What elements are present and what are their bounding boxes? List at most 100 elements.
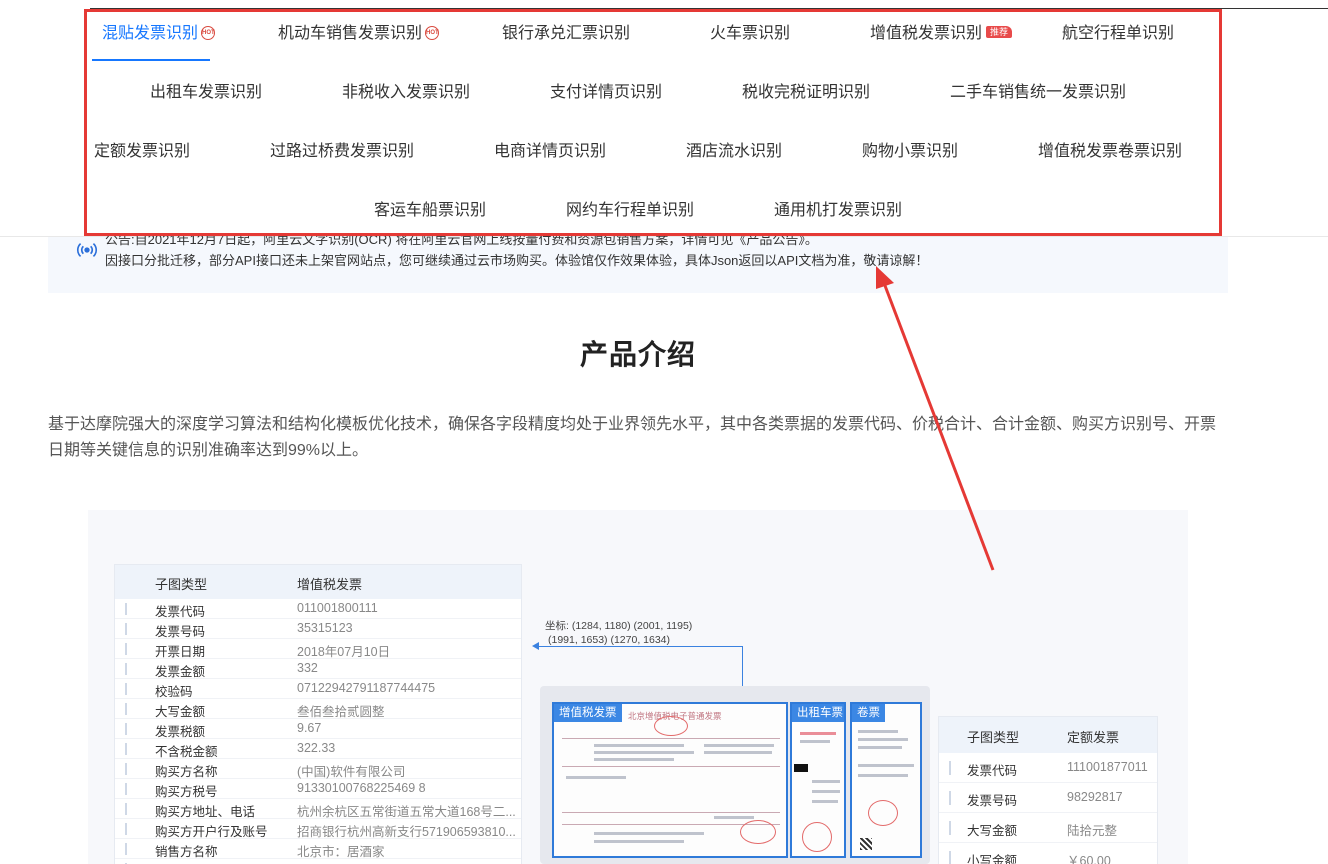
- row-marker: [125, 783, 127, 795]
- tab-used-car-invoice[interactable]: 二手车销售统一发票识别: [950, 80, 1126, 106]
- invoice-type-tabs: 混贴发票识别 HOT 机动车销售发票识别 HOT 银行承兑汇票识别 火车票识别 增值…: [84, 9, 1222, 236]
- connector-line: [536, 646, 743, 647]
- field-key: 发票代码: [155, 605, 206, 619]
- field-value: 北京市：居酒家: [297, 845, 385, 859]
- field-key: 发票金额: [155, 665, 206, 679]
- tab-non-tax-income[interactable]: 非税收入发票识别: [342, 80, 470, 106]
- tab-quota-invoice[interactable]: 定额发票识别: [94, 139, 190, 165]
- field-key: 发票号码: [967, 794, 1018, 808]
- field-value: 招商银行杭州高新支行571906593810...: [297, 825, 516, 839]
- field-value: 91330100768225469 8: [297, 781, 426, 795]
- field-key: 购买方名称: [155, 765, 218, 779]
- table-row: 销售方税号: [115, 859, 521, 864]
- field-value: 07122942791187744475: [297, 681, 436, 695]
- active-tab-underline: [92, 59, 210, 61]
- top-bar: [0, 0, 1328, 9]
- table-row: 购买方地址、电话 杭州余杭区五常街道五常大道168号二...: [115, 799, 521, 819]
- notice-migration: 因接口分批迁移，部分API接口还未上架官网站点，您可继续通过云市场购买。体验馆仅…: [105, 253, 929, 268]
- field-value: 2018年07月10日: [297, 645, 391, 659]
- table-row: 校验码 07122942791187744475: [115, 679, 521, 699]
- field-key: 校验码: [155, 685, 193, 699]
- tab-flight-itinerary[interactable]: 航空行程单识别: [1062, 21, 1174, 47]
- section-title: 产品介绍: [579, 339, 696, 370]
- field-key: 小写金额: [967, 854, 1018, 864]
- row-marker: [949, 791, 951, 805]
- field-key: 发票号码: [155, 625, 206, 639]
- field-value: 陆拾元整: [1067, 824, 1118, 838]
- table-row: 销售方名称 北京市：居酒家: [115, 839, 521, 859]
- result-table-header: 子图类型 定额发票: [939, 717, 1157, 753]
- field-key: 发票税额: [155, 725, 206, 739]
- tab-ecommerce-details[interactable]: 电商详情页识别: [494, 139, 606, 165]
- tab-tax-certificate[interactable]: 税收完税证明识别: [742, 80, 870, 106]
- tab-passenger-ticket[interactable]: 客运车船票识别: [374, 198, 486, 224]
- tab-shopping-receipt[interactable]: 购物小票识别: [862, 139, 958, 165]
- row-marker: [125, 823, 127, 835]
- table-row: 小写金额 ￥60.00: [939, 843, 1157, 864]
- tab-payment-details[interactable]: 支付详情页识别: [550, 80, 662, 106]
- result-table-header: 子图类型 增值税发票: [115, 565, 521, 599]
- row-marker: [125, 803, 127, 815]
- row-marker: [125, 603, 127, 615]
- tab-toll-invoice[interactable]: 过路过桥费发票识别: [270, 139, 414, 165]
- field-value: 9.67: [297, 721, 322, 735]
- row-marker: [125, 703, 127, 715]
- scanned-invoices: 增值税发票 北京增值税电子普通发票 出租车票 卷票: [540, 686, 930, 864]
- hot-badge-icon: HOT: [201, 26, 216, 40]
- row-marker: [949, 761, 951, 775]
- tab-vat-roll-invoice[interactable]: 增值税发票卷票识别: [1038, 139, 1182, 165]
- field-value: ￥60.00: [1067, 854, 1111, 864]
- broadcast-icon: [76, 242, 98, 258]
- table-row: 开票日期 2018年07月10日: [115, 639, 521, 659]
- field-value: 322.33: [297, 741, 336, 755]
- vat-invoice-image: 增值税发票 北京增值税电子普通发票: [552, 702, 788, 858]
- tab-hotel-statement[interactable]: 酒店流水识别: [686, 139, 782, 165]
- taxi-ticket-image: 出租车票: [790, 702, 846, 858]
- field-value: 111001877011: [1067, 760, 1148, 774]
- table-row: 发票代码 011001800111: [115, 599, 521, 619]
- field-key: 购买方开户行及账号: [155, 825, 268, 839]
- row-marker: [949, 821, 951, 835]
- hot-badge-icon: HOT: [425, 26, 440, 40]
- table-row: 发票号码 98292817: [939, 783, 1157, 813]
- tab-bank-acceptance[interactable]: 银行承兑汇票识别: [502, 21, 630, 47]
- table-row: 购买方税号 91330100768225469 8: [115, 779, 521, 799]
- field-value: 98292817: [1067, 790, 1123, 804]
- tab-general-machine-invoice[interactable]: 通用机打发票识别: [774, 198, 902, 224]
- row-marker: [125, 683, 127, 695]
- tab-train-ticket[interactable]: 火车票识别: [710, 21, 790, 47]
- demo-illustration: 子图类型 增值税发票 发票代码 011001800111 发票号码 35315123 开…: [88, 510, 1188, 864]
- field-key: 购买方税号: [155, 785, 218, 799]
- table-row: 不含税金额 322.33: [115, 739, 521, 759]
- table-row: 发票代码 111001877011: [939, 753, 1157, 783]
- field-value: 杭州余杭区五常街道五常大道168号二...: [297, 805, 516, 819]
- table-row: 购买方开户行及账号 招商银行杭州高新支行571906593810...: [115, 819, 521, 839]
- recommend-badge: 推荐: [986, 26, 1013, 38]
- tab-taxi-invoice[interactable]: 出租车发票识别: [150, 80, 262, 106]
- field-key: 销售方名称: [155, 845, 218, 859]
- tab-vat-invoice[interactable]: 增值税发票识别 推荐: [870, 21, 1013, 47]
- tab-ride-hailing-itinerary[interactable]: 网约车行程单识别: [566, 198, 694, 224]
- tab-mixed-invoice[interactable]: 混贴发票识别 HOT: [102, 21, 216, 47]
- product-intro: 基于达摩院强大的深度学习算法和结构化模板优化技术，确保各字段精度均处于业界领先水…: [48, 416, 1217, 459]
- table-row: 大写金额 叁佰叁拾贰圆整: [115, 699, 521, 719]
- row-marker: [125, 663, 127, 675]
- field-value: 叁佰叁拾贰圆整: [297, 705, 385, 719]
- row-marker: [125, 743, 127, 755]
- table-row: 购买方名称 (中国)软件有限公司: [115, 759, 521, 779]
- result-table-quota: 子图类型 定额发票 发票代码 111001877011 发票号码 98292817 大写…: [938, 716, 1158, 864]
- tab-vehicle-sales-invoice[interactable]: 机动车销售发票识别 HOT: [278, 21, 440, 47]
- field-key: 购买方地址、电话: [155, 805, 256, 819]
- field-key: 大写金额: [967, 824, 1018, 838]
- coordinate-readout: 坐标: (1284, 1180) (2001, 1195) (1991, 165…: [545, 620, 693, 646]
- roll-ticket-image: 卷票: [850, 702, 922, 858]
- field-value: (中国)软件有限公司: [297, 765, 406, 779]
- table-row: 发票金额 332: [115, 659, 521, 679]
- row-marker: [125, 763, 127, 775]
- row-marker: [125, 643, 127, 655]
- row-marker: [125, 623, 127, 635]
- field-key: 大写金额: [155, 705, 206, 719]
- row-marker: [125, 723, 127, 735]
- notice-banner: 公告:自2021年12月7日起，阿里云文字识别(OCR) 将在阿里云官网上线按量…: [48, 232, 1228, 293]
- table-row: 发票号码 35315123: [115, 619, 521, 639]
